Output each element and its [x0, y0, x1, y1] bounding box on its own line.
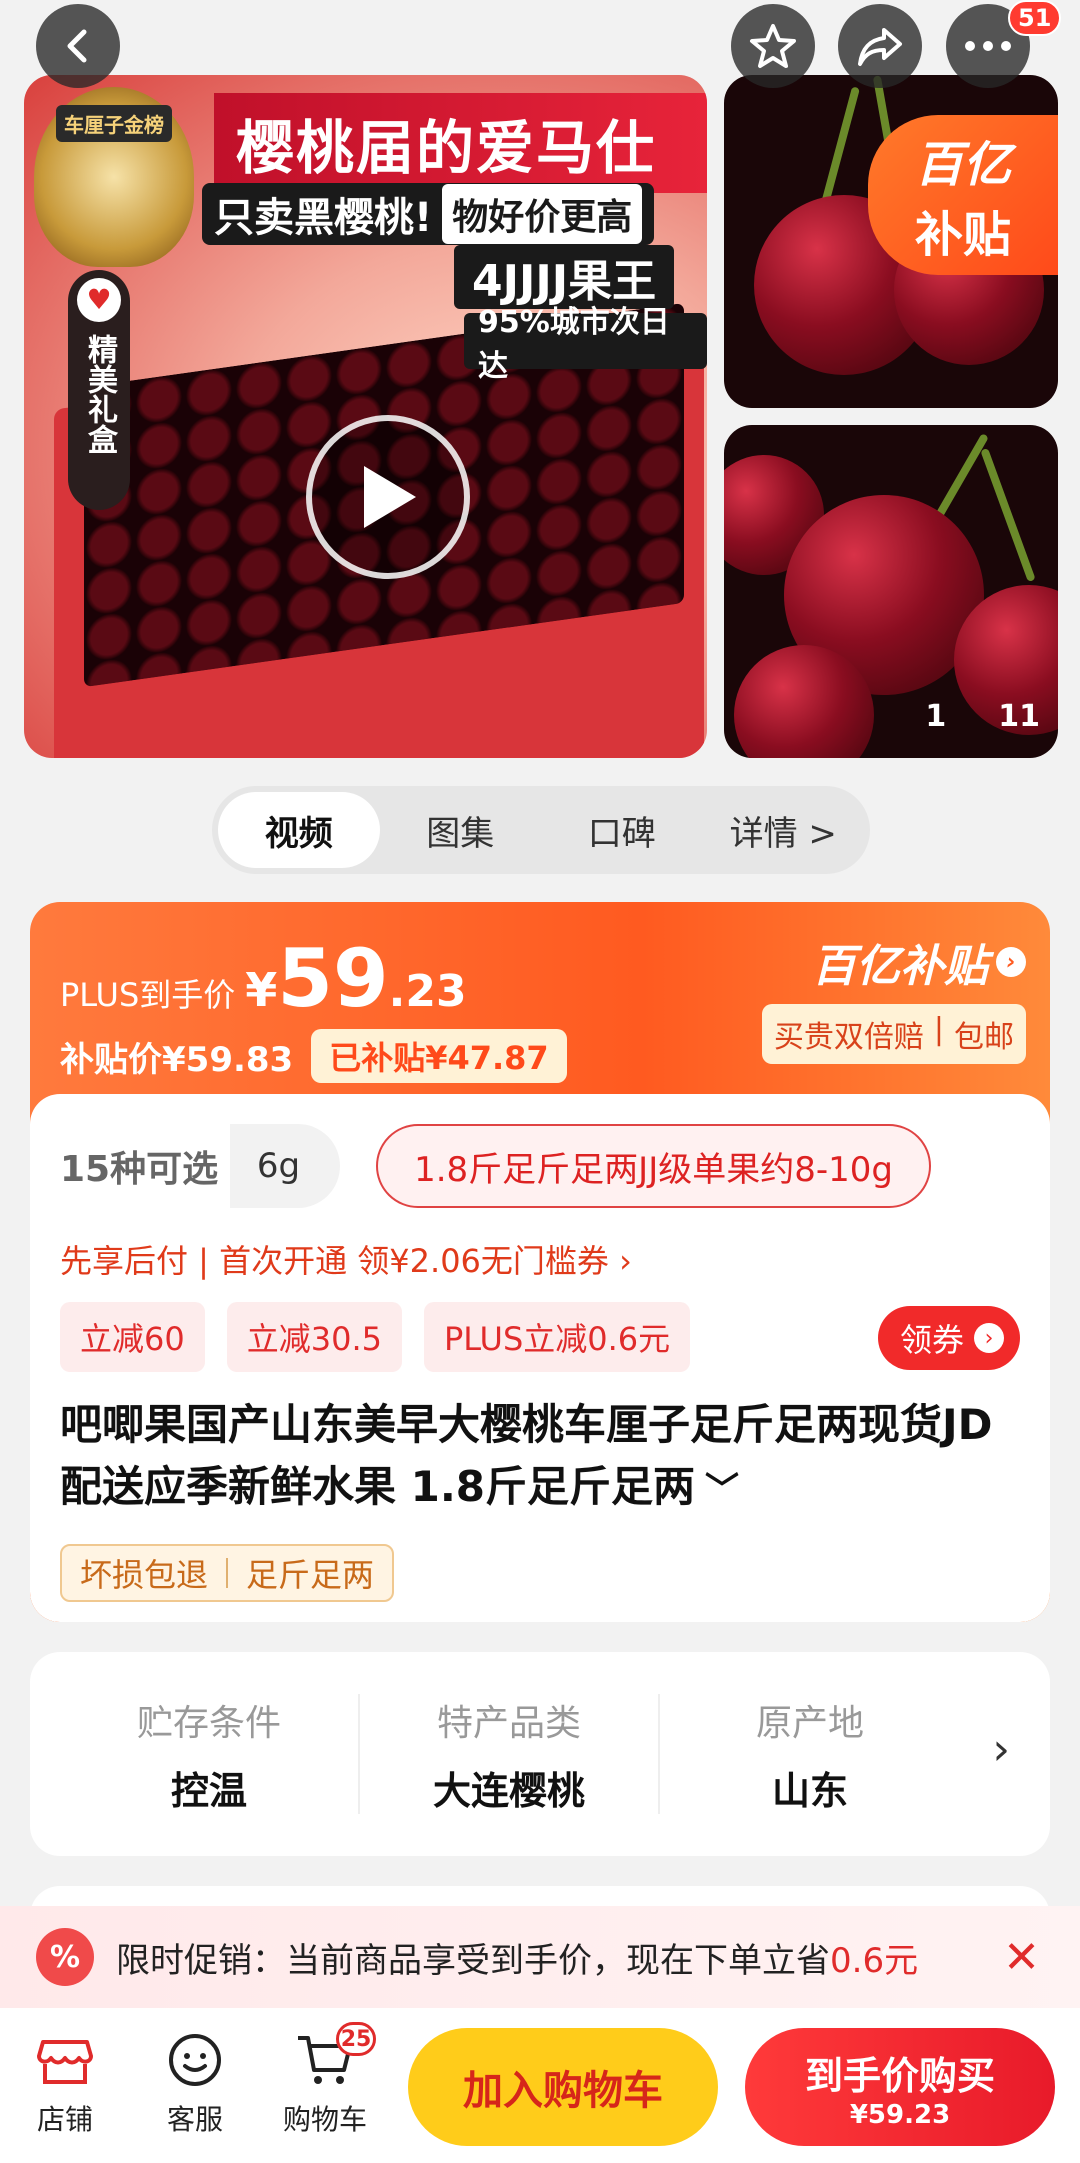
shop-button[interactable]: 店铺	[10, 2028, 120, 2138]
chevron-right-icon[interactable]: ›	[992, 1724, 1010, 1775]
customer-service-button[interactable]: 客服	[140, 2028, 250, 2138]
favorite-button[interactable]	[731, 4, 815, 88]
price-block: PLUS到手价 ¥ 59 .23 补贴价¥59.83 已补贴¥47.87	[60, 932, 567, 1083]
service-tag: 坏损包退	[80, 1556, 209, 1594]
spec-selector: 15种可选 6g 1.8斤足斤足两JJ级单果约8-10g	[60, 1124, 931, 1208]
photo-delivery-label: 95%城市次日达	[464, 305, 707, 384]
main-product-video[interactable]: 车厘子金榜 ♥ 精美礼盒 樱桃届的爱马仕 只卖黑樱桃! 物好价更高 4JJJJ果…	[24, 75, 707, 758]
play-icon[interactable]	[306, 415, 470, 579]
close-icon[interactable]: ✕	[1003, 1932, 1040, 1983]
subsidy-badge: 百亿 补贴	[868, 115, 1058, 275]
plus-price-label: PLUS到手价	[60, 976, 236, 1014]
buy-now-button[interactable]: 到手价购买 ¥59.23	[745, 2028, 1055, 2146]
service-tag: 足斤足两	[246, 1556, 375, 1594]
subsidy-brand: 百亿补贴	[812, 941, 988, 992]
price-integer: 59	[277, 932, 389, 1025]
image-counter: 1 11	[925, 699, 1040, 734]
more-icon	[965, 41, 1011, 51]
shop-icon	[33, 2028, 97, 2092]
attribute-origin: 原产地 山东	[755, 1702, 864, 1813]
add-to-cart-button[interactable]: 加入购物车	[408, 2028, 718, 2146]
back-button[interactable]	[36, 4, 120, 88]
gift-box-tag: ♥ 精美礼盒	[68, 270, 130, 510]
tab-details[interactable]: 详情 >	[703, 792, 865, 868]
chevron-down-icon: ﹀	[705, 1470, 740, 1510]
guarantee-badge: 买贵双倍赔 | 包邮	[761, 1004, 1026, 1064]
promo-text: 限时促销：当前商品享受到手价，现在下单立省0.6元	[116, 1940, 919, 1981]
chevron-right-icon: ›	[974, 1323, 1004, 1353]
message-badge: 51	[1008, 0, 1062, 36]
chat-icon	[163, 2028, 227, 2092]
bottom-action-bar: 店铺 客服 25 购物车 加入购物车 到手价购买 ¥59.23	[0, 2008, 1080, 2163]
media-tabs: 视频 图集 口碑 详情 >	[212, 786, 870, 874]
product-title[interactable]: 吧唧果国产山东美早大樱桃车厘子足斤足两现货JD配送应季新鲜水果 1.8斤足斤足两…	[60, 1394, 1030, 1521]
tab-gallery[interactable]: 图集	[380, 792, 542, 868]
subsidy-price: 补贴价¥59.83	[60, 1039, 294, 1080]
tab-reviews[interactable]: 口碑	[541, 792, 703, 868]
subsidy-amount-badge: 已补贴¥47.87	[311, 1029, 567, 1083]
spec-option[interactable]: 6g	[230, 1124, 341, 1208]
service-tags: 坏损包退 足斤足两	[60, 1544, 395, 1602]
spec-option-selected[interactable]: 1.8斤足斤足两JJ级单果约8-10g	[376, 1124, 931, 1208]
share-button[interactable]	[838, 4, 922, 88]
attribute-category: 特产品类 大连樱桃	[360, 1694, 660, 1814]
currency-symbol: ¥	[245, 963, 278, 1017]
price-card: PLUS到手价 ¥ 59 .23 补贴价¥59.83 已补贴¥47.87 百亿补…	[30, 902, 1050, 1622]
photo-subline: 只卖黑樱桃! 物好价更高	[202, 183, 655, 245]
cart-button[interactable]: 25 购物车	[270, 2022, 380, 2138]
promo-chip: 立减60	[60, 1302, 205, 1372]
promo-chip: PLUS立减0.6元	[424, 1302, 691, 1372]
get-coupon-button[interactable]: 领券 ›	[877, 1306, 1020, 1370]
price-decimal: .23	[388, 966, 467, 1017]
share-icon	[858, 28, 902, 66]
product-gallery: 车厘子金榜 ♥ 精美礼盒 樱桃届的爱马仕 只卖黑樱桃! 物好价更高 4JJJJ果…	[0, 0, 1080, 760]
spec-count: 15种可选	[60, 1149, 219, 1190]
star-icon	[750, 24, 796, 68]
photo-headline: 樱桃届的爱马仕	[214, 93, 707, 193]
limited-promo-bar[interactable]: % 限时促销：当前商品享受到手价，现在下单立省0.6元 ✕	[0, 1906, 1080, 2008]
subsidy-info[interactable]: 百亿补贴 › 买贵双倍赔 | 包邮	[761, 930, 1026, 1064]
attribute-storage: 贮存条件 控温	[60, 1694, 360, 1814]
heart-icon: ♥	[77, 278, 121, 322]
rank-badge: 车厘子金榜	[34, 87, 194, 267]
chevron-right-icon: ›	[996, 947, 1026, 977]
percent-icon: %	[36, 1928, 94, 1986]
gallery-thumbnail[interactable]: 1 11	[724, 425, 1058, 758]
cart-count-badge: 25	[336, 2022, 376, 2056]
tab-video[interactable]: 视频	[218, 792, 380, 868]
gallery-thumbnail[interactable]: 百亿 补贴	[724, 75, 1058, 408]
pay-later-link[interactable]: 先享后付 | 首次开通 领¥2.06无门槛券 ›	[60, 1236, 632, 1282]
promo-chips: 立减60 立减30.5 PLUS立减0.6元	[60, 1302, 691, 1372]
product-info-card: 15种可选 6g 1.8斤足斤足两JJ级单果约8-10g 先享后付 | 首次开通…	[30, 1094, 1050, 1622]
promo-chip: 立减30.5	[226, 1302, 402, 1372]
attributes-card[interactable]: 贮存条件 控温 特产品类 大连樱桃 原产地 山东 ›	[30, 1652, 1050, 1856]
chevron-left-icon	[67, 29, 87, 63]
